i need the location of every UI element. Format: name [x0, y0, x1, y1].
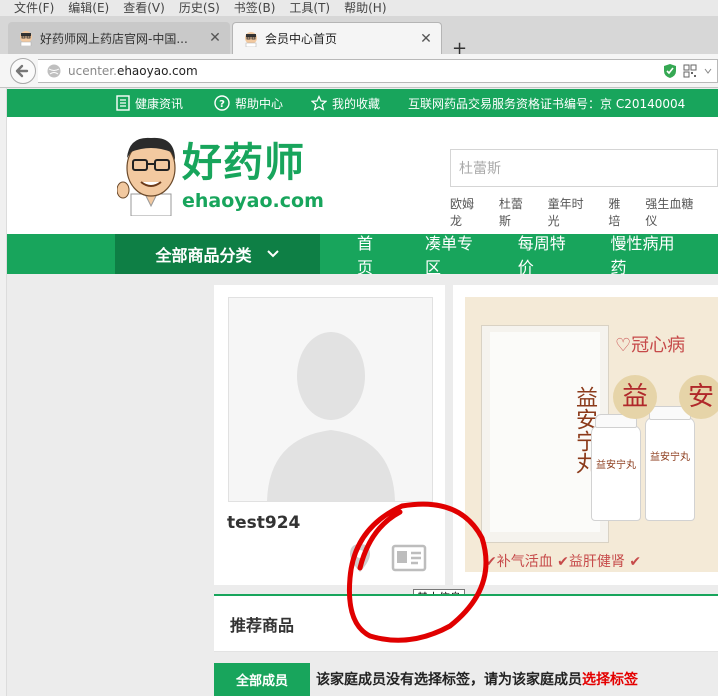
document-icon [116, 95, 130, 111]
tab-member-center[interactable]: 会员中心首页 ✕ [232, 22, 442, 54]
all-categories-label: 全部商品分类 [155, 246, 252, 265]
notice-text: 该家庭成员没有选择标签，请为该家庭成员 [316, 672, 582, 688]
select-tag-link[interactable]: 选择标签 [582, 672, 638, 688]
help-icon: ? [214, 95, 230, 111]
svg-text:?: ? [219, 99, 225, 110]
all-categories-button[interactable]: 全部商品分类 [115, 234, 320, 274]
doctor-favicon-icon [20, 31, 32, 46]
menu-help[interactable]: 帮助(H) [344, 0, 386, 16]
divider [214, 651, 718, 652]
close-tab-icon[interactable]: ✕ [208, 31, 222, 45]
star-icon [311, 95, 327, 111]
banner-title: ♡冠心病 [615, 335, 686, 356]
url-domain: ehaoyao.com [116, 64, 198, 78]
globe-icon [47, 64, 61, 78]
menu-edit[interactable]: 编辑(E) [68, 0, 109, 16]
benefit-tags: ✔补气活血 ✔益肝健肾 ✔ [485, 554, 642, 570]
license-text: 互联网药品交易服务资格证书编号：京 C20140004 [408, 96, 686, 111]
close-tab-icon[interactable]: ✕ [419, 32, 433, 46]
tab-ehaoyao-home[interactable]: 好药师网上药店官网-中国... ✕ [8, 22, 230, 54]
all-members-tab[interactable]: 全部成员 [214, 663, 310, 696]
my-favorites-link[interactable]: 我的收藏 [311, 89, 380, 117]
username: test924 [227, 513, 301, 533]
red-annotation-circle [346, 501, 489, 643]
nav-weekly-deals[interactable]: 每周特价 [518, 230, 577, 278]
pharmacist-mascot-logo[interactable] [117, 132, 183, 216]
hot-word[interactable]: 童年时光 [548, 195, 596, 229]
logo-domain-text[interactable]: ehaoyao.com [182, 190, 324, 212]
dropdown-arrow-icon[interactable] [703, 66, 713, 76]
chevron-down-icon [266, 250, 279, 258]
page-left-edge [0, 88, 7, 696]
my-favorites-label: 我的收藏 [332, 96, 381, 111]
nav-bundle-zone[interactable]: 凑单专区 [425, 230, 484, 278]
health-news-link[interactable]: 健康资讯 [116, 89, 183, 117]
doctor-favicon-icon [245, 32, 257, 47]
product-banner-image: 益安宁丸 益安宁丸 益安宁丸 ♡冠心病 益 安 ✔补气活血 ✔益肝健肾 ✔ [465, 297, 718, 572]
browser-menubar: 文件(F) 编辑(E) 查看(V) 历史(S) 书签(B) 工具(T) 帮助(H… [0, 0, 718, 16]
menu-view[interactable]: 查看(V) [123, 0, 165, 16]
menu-history[interactable]: 历史(S) [179, 0, 220, 16]
search-input[interactable]: 杜蕾斯 [450, 149, 718, 187]
site-top-bar: 健康资讯 ? 帮助中心 我的收藏 互联网药品交易服务资格证书编号：京 C2014… [7, 89, 718, 117]
medicine-box: 益安宁丸 [481, 325, 609, 543]
medicine-bottle: 益安宁丸 [645, 406, 695, 521]
tab-strip: 好药师网上药店官网-中国... ✕ 会员中心首页 ✕ + [0, 16, 718, 58]
section-title: 推荐商品 [230, 616, 295, 635]
shield-icon[interactable] [663, 63, 677, 79]
help-center-link[interactable]: ? 帮助中心 [214, 89, 283, 117]
url-subdomain: ucenter. [68, 64, 117, 78]
hot-word[interactable]: 杜蕾斯 [499, 195, 535, 229]
avatar[interactable] [228, 297, 433, 502]
back-arrow-icon [15, 64, 29, 78]
bottle-label: 益安宁丸 [650, 452, 690, 463]
site-header: 好药师 ehaoyao.com 杜蕾斯 欧姆龙 杜蕾斯 童年时光 雅培 强生血糖… [7, 117, 718, 234]
browser-navbar: ucenter.ehaoyao.com [0, 54, 718, 88]
menu-tools[interactable]: 工具(T) [289, 0, 330, 16]
back-button[interactable] [10, 58, 36, 84]
seal-char: 益 [613, 375, 657, 419]
hot-word[interactable]: 欧姆龙 [450, 195, 486, 229]
nav-home[interactable]: 首 页 [357, 230, 391, 278]
health-news-label: 健康资讯 [135, 96, 184, 111]
address-bar[interactable]: ucenter.ehaoyao.com [38, 59, 718, 83]
hot-word[interactable]: 雅培 [608, 195, 632, 229]
default-avatar-icon [267, 332, 395, 501]
tab-title: 好药师网上药店官网-中国... [40, 31, 188, 46]
logo-chinese-text[interactable]: 好药师 [182, 139, 305, 187]
main-nav: 全部商品分类 首 页 凑单专区 每周特价 慢性病用药 [7, 234, 718, 277]
hot-search-words: 欧姆龙 杜蕾斯 童年时光 雅培 强生血糖仪 [450, 195, 718, 229]
qr-code-icon[interactable] [683, 64, 697, 78]
seal-char: 安 [679, 375, 718, 419]
menu-bookmarks[interactable]: 书签(B) [234, 0, 276, 16]
tab-title: 会员中心首页 [265, 32, 338, 46]
help-center-label: 帮助中心 [235, 96, 284, 111]
url-text: ucenter.ehaoyao.com [68, 64, 198, 78]
nav-chronic-disease[interactable]: 慢性病用药 [611, 230, 684, 278]
tag-notice: 该家庭成员没有选择标签，请为该家庭成员选择标签 [316, 669, 638, 689]
hot-word[interactable]: 强生血糖仪 [645, 195, 705, 229]
bottle-label: 益安宁丸 [596, 460, 636, 471]
medicine-bottle: 益安宁丸 [591, 414, 641, 521]
menu-file[interactable]: 文件(F) [14, 0, 54, 16]
